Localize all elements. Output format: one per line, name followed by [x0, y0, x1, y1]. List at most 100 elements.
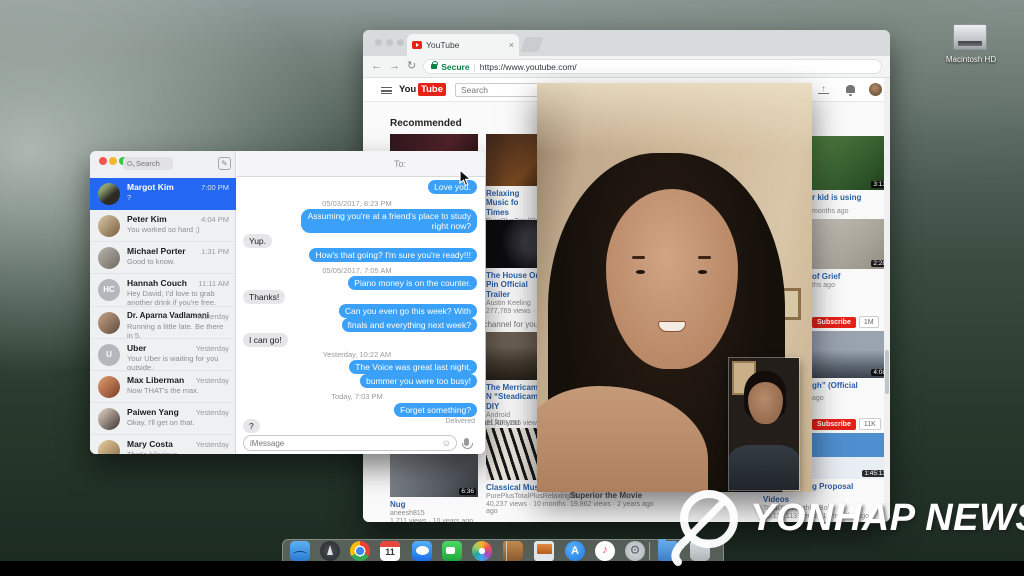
video-thumbnail[interactable]: 1:45:13: [812, 433, 890, 479]
conversation-name: Margot Kim: [127, 182, 174, 192]
yonhap-logo: [671, 490, 738, 566]
conversation-row[interactable]: Peter Kim 4:04 PM You worked so hard ;): [90, 210, 236, 242]
video-channel[interactable]: aneesh815: [390, 510, 478, 517]
video-title[interactable]: gh” (Official: [812, 381, 890, 390]
conversation-name: Hannah Couch: [127, 278, 187, 288]
close-tab-icon[interactable]: ×: [509, 40, 514, 50]
message-bubble-outgoing: bummer you were too busy!: [360, 374, 477, 388]
video-thumbnail[interactable]: 3:13: [812, 136, 890, 190]
upload-icon[interactable]: ↑: [818, 85, 829, 94]
video-thumbnail[interactable]: 4:08: [812, 331, 890, 378]
window-minimize-button[interactable]: [109, 157, 117, 165]
video-title[interactable]: r kid is using: [812, 193, 890, 202]
reload-icon[interactable]: ↻: [407, 61, 416, 72]
menu-icon[interactable]: [381, 87, 392, 94]
video-channel[interactable]: PurePlusTotalPlusRelaxing58: [486, 493, 578, 500]
address-bar[interactable]: Secure | https://www.youtube.com/: [423, 59, 882, 74]
forward-icon[interactable]: →: [389, 61, 400, 72]
conversation-preview: ?: [127, 192, 132, 202]
scrollbar-thumb[interactable]: [885, 350, 889, 394]
message-bubble-outgoing: Piano money is on the counter.: [348, 276, 477, 290]
conversation-row[interactable]: Max Liberman Yesterday Now THAT's the ma…: [90, 371, 236, 403]
subscribe-row: Subscribe 1M ×: [812, 316, 890, 328]
new-tab-button[interactable]: [520, 37, 544, 52]
conversation-preview: That's hilarious.: [127, 449, 180, 455]
video-title[interactable]: Nug: [390, 500, 478, 509]
url-divider: |: [473, 61, 476, 72]
video-title[interactable]: g Proposal: [812, 482, 890, 491]
date-separator: 05/05/2017, 7:05 AM: [322, 266, 392, 275]
message-input[interactable]: [250, 437, 430, 449]
avatar: [98, 376, 120, 398]
conversation-preview: Good to know.: [127, 256, 175, 266]
video-card[interactable]: Subscribe 1M × 4:08 gh” (Official ago: [812, 316, 890, 402]
messages-sidebar: ✎ Margot Kim 7:00 PM ? Peter Kim 4:04 PM…: [90, 151, 236, 454]
app-store-icon[interactable]: A: [565, 541, 585, 561]
avatar: [98, 247, 120, 269]
chrome-icon[interactable]: [350, 541, 370, 561]
browser-tab[interactable]: YouTube ×: [407, 34, 519, 56]
window-close-button[interactable]: [99, 157, 107, 165]
compose-icon[interactable]: ✎: [218, 157, 231, 170]
conversation-row[interactable]: Paiwen Yang Yesterday Okay, I'll get on …: [90, 403, 236, 435]
conversation-row[interactable]: Dr. Aparna Vadlamani Yesterday Running a…: [90, 307, 236, 340]
window-close-button[interactable]: [375, 39, 382, 46]
browser-scrollbar[interactable]: [884, 78, 890, 522]
youtube-logo[interactable]: You: [399, 84, 416, 95]
conversation-row[interactable]: U Uber Yesterday Your Uber is waiting fo…: [90, 339, 236, 372]
watermark-text: YONHAP NEWS: [750, 497, 1024, 539]
video-card[interactable]: Subscribe 11K × 1:45:13 g Proposal: [812, 418, 890, 491]
conversation-row[interactable]: Mary Costa Yesterday That's hilarious.: [90, 435, 236, 454]
conversation-name: Michael Porter: [127, 246, 186, 256]
message-input-bar[interactable]: ☺: [243, 435, 457, 451]
youtube-favicon: [412, 41, 422, 49]
account-avatar[interactable]: [869, 83, 882, 96]
photos-icon[interactable]: [472, 541, 492, 561]
conversation-row[interactable]: Michael Porter 1:31 PM Good to know.: [90, 242, 236, 274]
self-view-pip[interactable]: [729, 358, 799, 490]
messages-window: ✎ Margot Kim 7:00 PM ? Peter Kim 4:04 PM…: [90, 151, 485, 454]
facetime-icon[interactable]: [442, 541, 462, 561]
monitor-icon[interactable]: [534, 541, 554, 561]
recommended-heading: Recommended: [390, 118, 462, 129]
video-title[interactable]: The House On Pin Official Trailer: [486, 271, 544, 299]
emoji-icon[interactable]: ☺: [442, 438, 451, 448]
face-detail: [657, 320, 686, 332]
window-minimize-button[interactable]: [386, 39, 393, 46]
youtube-logo-tube[interactable]: Tube: [418, 83, 446, 96]
date-separator: 05/03/2017, 8:23 PM: [322, 199, 392, 208]
face-detail: [636, 270, 646, 274]
contacts-icon[interactable]: [503, 541, 523, 561]
conversation-row[interactable]: Margot Kim 7:00 PM ?: [90, 178, 236, 210]
video-meta: ths ago: [812, 282, 835, 290]
macintosh-hd-label: Macintosh HD: [945, 55, 997, 64]
video-card[interactable]: 3:13 r kid is using months ago: [812, 136, 890, 215]
video-call-window[interactable]: [537, 83, 812, 492]
back-icon[interactable]: ←: [371, 61, 382, 72]
avatar: [98, 408, 120, 430]
subscriber-count: 1M: [858, 316, 879, 328]
calendar-icon[interactable]: 11: [380, 541, 400, 561]
video-title[interactable]: Relaxing Music fo Times: [486, 189, 542, 217]
launchpad-icon[interactable]: [320, 541, 340, 561]
subscribe-button[interactable]: Subscribe: [812, 316, 856, 328]
conversation-preview: Okay, I'll get on that.: [127, 417, 195, 427]
video-thumbnail[interactable]: 2:28: [812, 219, 890, 269]
conversation-row[interactable]: HC Hannah Couch 11:11 AM Hey David, I'd …: [90, 274, 236, 307]
video-meta: 40,237 views · 10 months ago: [486, 501, 566, 516]
microphone-icon[interactable]: [462, 438, 473, 449]
notifications-bell-icon[interactable]: [846, 85, 855, 96]
macintosh-hd-icon[interactable]: [953, 24, 987, 50]
window-zoom-button[interactable]: [397, 39, 404, 46]
video-card[interactable]: 6:36 Nug aneesh815 1,711 views · 10 year…: [390, 445, 478, 522]
video-title[interactable]: of Grief: [812, 272, 890, 281]
messages-app-icon[interactable]: [412, 541, 432, 561]
conversation-time: Yesterday: [195, 408, 229, 417]
security-label: Secure: [441, 61, 470, 72]
subscribe-button[interactable]: Subscribe: [812, 418, 856, 430]
system-preferences-icon[interactable]: ⚙: [625, 541, 645, 561]
itunes-icon[interactable]: ♪: [595, 541, 615, 561]
video-card[interactable]: 2:28 of Grief ths ago: [812, 219, 890, 289]
conversation-time: Yesterday: [195, 376, 229, 385]
finder-icon[interactable]: [290, 541, 310, 561]
